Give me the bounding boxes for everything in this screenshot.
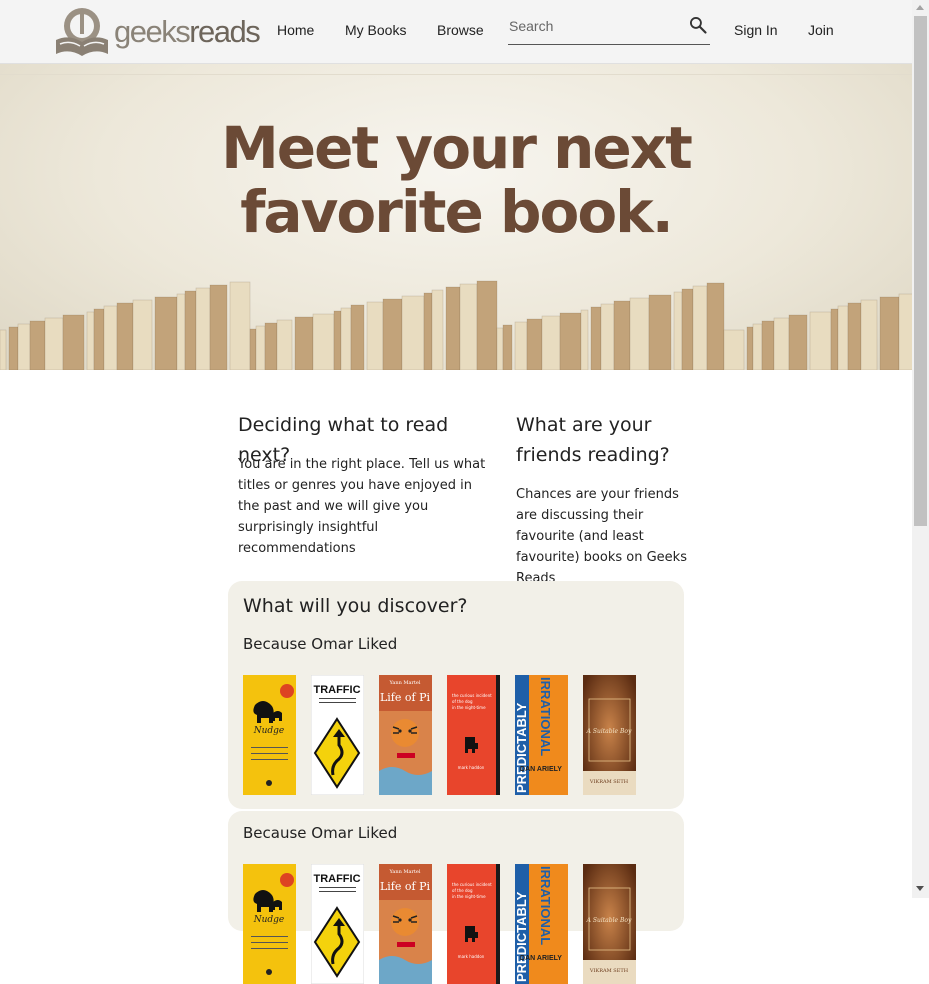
discover-panel-2: Because Omar Liked Nudge TRAFFIC Yann Mart… [228,811,684,984]
logo-text: geeksreads [114,14,261,49]
svg-text:DAN ARIELY: DAN ARIELY [520,766,562,773]
predictably-irrational-cover[interactable]: PREDICTABLY IRRATIONAL DAN ARIELY [515,675,568,795]
search-box [508,13,710,45]
page-scrollbar[interactable] [912,0,929,898]
svg-text:in the night-time: in the night-time [452,705,486,710]
join-link[interactable]: Join [808,22,834,38]
because-liked-label-2: Because Omar Liked [243,824,398,842]
sign-in-link[interactable]: Sign In [734,22,778,38]
svg-text:PREDICTABLY: PREDICTABLY [515,702,529,793]
nudge-cover[interactable]: Nudge [243,864,296,984]
discover-panel: What will you discover? Because Omar Lik… [228,581,684,809]
deciding-text: You are in the right place. Tell us what… [238,457,486,556]
logo-bulb-book-icon [56,8,108,56]
svg-text:Yann Martel: Yann Martel [389,680,421,686]
search-input[interactable] [508,15,679,37]
svg-text:in the night-time: in the night-time [452,894,486,899]
top-navigation-bar: geeksreads Home My Books Browse Sign In … [0,0,912,64]
life-of-pi-cover[interactable]: Yann Martel Life of Pi [379,675,432,795]
hero-banner: Meet your next favorite book. [0,64,912,370]
svg-text:DAN ARIELY: DAN ARIELY [520,955,562,962]
svg-text:VIKRAM SETH: VIKRAM SETH [589,968,629,974]
life-of-pi-cover[interactable]: Yann Martel Life of Pi [379,864,432,984]
hero-title: Meet your next favorite book. [0,116,912,244]
hero-title-line-2: favorite book. [240,178,674,246]
svg-text:PREDICTABLY: PREDICTABLY [515,891,529,982]
nav-home-link[interactable]: Home [277,22,314,38]
suitable-boy-cover[interactable]: A Suitable Boy VIKRAM SETH [583,864,636,984]
svg-text:IRRATIONAL: IRRATIONAL [538,866,553,945]
svg-text:A Suitable Boy: A Suitable Boy [586,728,632,735]
discover-title: What will you discover? [243,595,468,617]
search-icon[interactable] [688,15,708,35]
predictably-irrational-cover[interactable]: PREDICTABLY IRRATIONAL DAN ARIELY [515,864,568,984]
because-liked-label: Because Omar Liked [243,635,398,653]
scrollbar-thumb[interactable] [914,16,927,526]
svg-text:Yann Martel: Yann Martel [389,869,421,875]
svg-text:IRRATIONAL: IRRATIONAL [538,677,553,756]
svg-text:TRAFFIC: TRAFFIC [313,684,360,696]
geeksreads-logo[interactable]: geeksreads [52,4,262,60]
svg-text:Life of Pi: Life of Pi [380,880,430,893]
svg-text:mark haddon: mark haddon [458,954,485,959]
traffic-cover[interactable]: TRAFFIC [311,675,364,795]
svg-text:the curious incident: the curious incident [452,693,492,698]
scroll-down-arrow-icon[interactable] [916,886,924,891]
friends-text: Chances are your friends are discussing … [516,487,687,586]
hero-title-line-1: Meet your next [221,114,693,182]
nav-my-books-link[interactable]: My Books [345,22,406,38]
traffic-cover[interactable]: TRAFFIC [311,864,364,984]
svg-text:A Suitable Boy: A Suitable Boy [586,917,632,924]
svg-text:of the dog: of the dog [452,888,473,893]
friends-heading: What are your friends reading? [516,414,670,466]
svg-text:of the dog: of the dog [452,699,473,704]
svg-text:TRAFFIC: TRAFFIC [313,873,360,885]
svg-text:Nudge: Nudge [253,915,285,925]
svg-text:Life of Pi: Life of Pi [380,691,430,704]
svg-text:the curious incident: the curious incident [452,882,492,887]
suitable-boy-cover[interactable]: A Suitable Boy VIKRAM SETH [583,675,636,795]
hero-divider [0,74,912,75]
svg-text:Nudge: Nudge [253,726,285,736]
nav-browse-link[interactable]: Browse [437,22,484,38]
curious-incident-cover[interactable]: the curious incident of the dog in the nig… [447,864,500,984]
scroll-up-arrow-icon[interactable] [916,5,924,10]
bookshelf-illustration [0,280,912,370]
curious-incident-cover[interactable]: the curious incident of the dog in the nig… [447,675,500,795]
svg-text:VIKRAM SETH: VIKRAM SETH [589,779,629,785]
nudge-cover[interactable]: Nudge [243,675,296,795]
svg-text:mark haddon: mark haddon [458,765,485,770]
